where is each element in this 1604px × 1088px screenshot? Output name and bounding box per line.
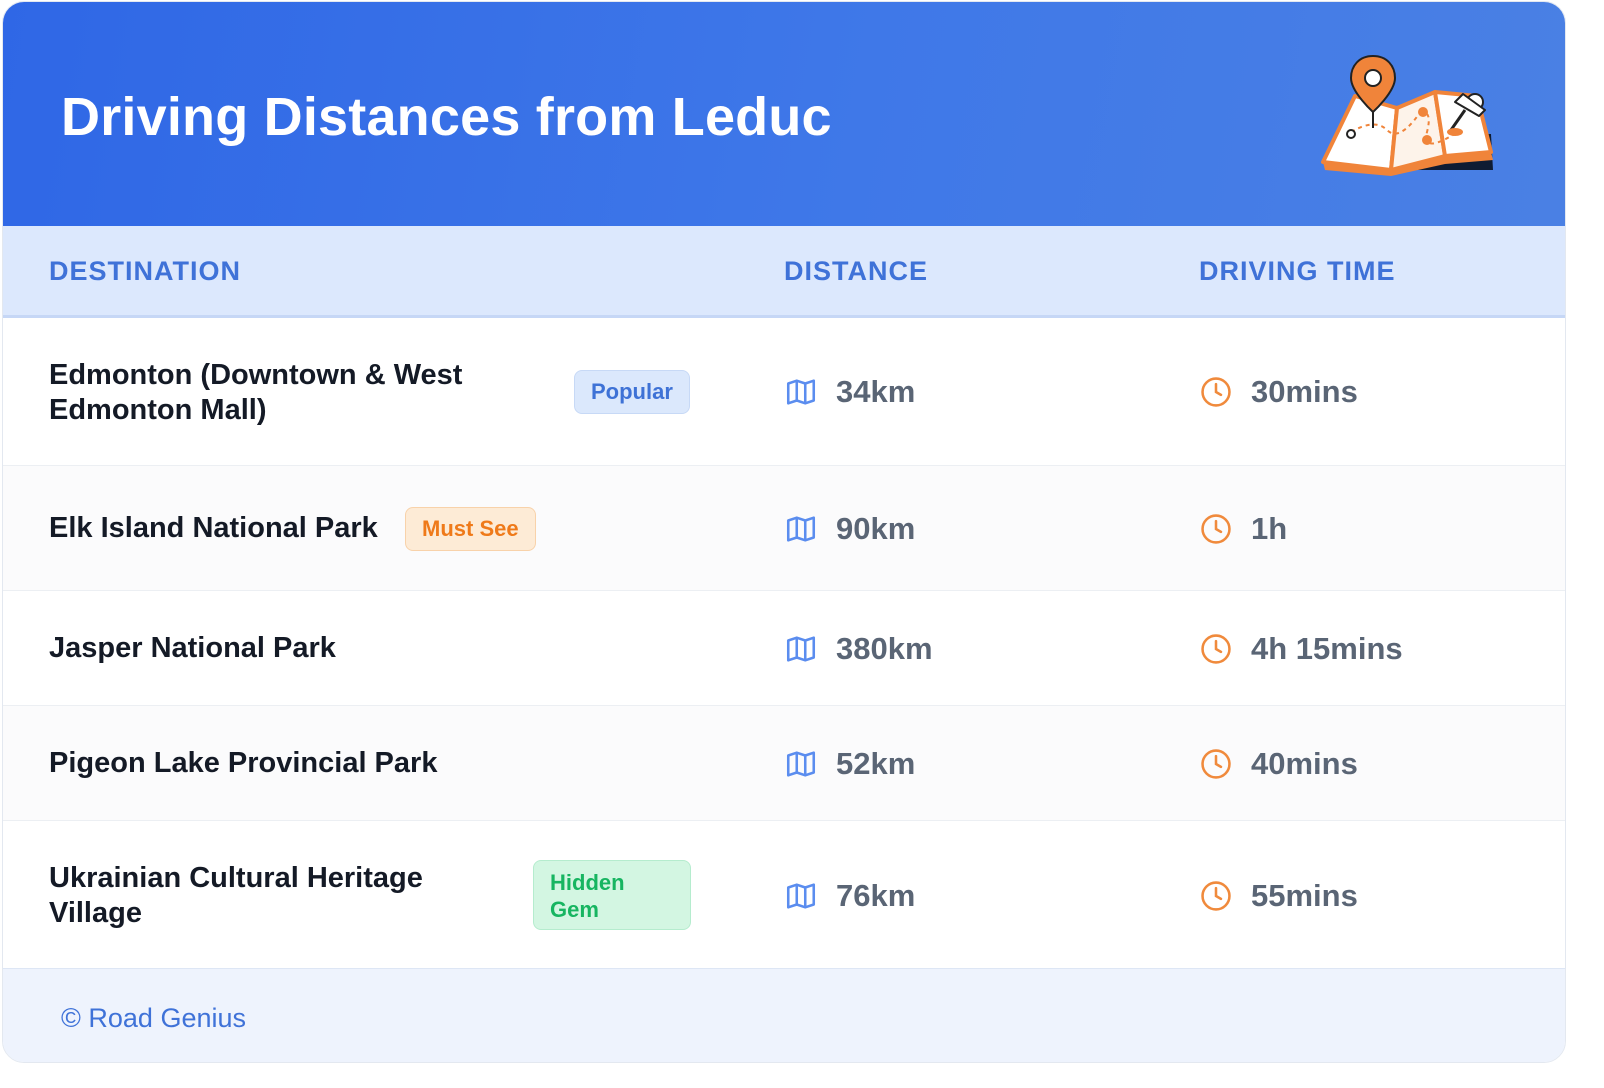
map-icon xyxy=(786,516,816,542)
time-cell: 1h xyxy=(1199,509,1287,549)
distance-cell: 90km xyxy=(784,509,915,549)
card-footer: © Road Genius xyxy=(3,968,1565,1062)
map-icon xyxy=(786,751,816,777)
table-row: Jasper National Park 380km 4h 15mins xyxy=(3,591,1565,706)
table-row: Ukrainian Cultural Heritage Village Hidd… xyxy=(3,821,1565,968)
destination-name: Jasper National Park xyxy=(49,632,336,664)
destination-name: Ukrainian Cultural Heritage Village xyxy=(49,862,423,929)
map-icon xyxy=(786,379,816,405)
table-header: DESTINATION DISTANCE DRIVING TIME xyxy=(3,226,1565,318)
map-icon xyxy=(786,636,816,662)
time-value: 30mins xyxy=(1251,374,1358,409)
time-cell: 55mins xyxy=(1199,876,1358,916)
time-value: 4h 15mins xyxy=(1251,631,1403,666)
hidden-gem-badge: Hidden Gem xyxy=(533,860,691,930)
distance-cell: 76km xyxy=(784,876,915,916)
copyright-text: © Road Genius xyxy=(61,1003,246,1033)
distance-table-card: Driving Distances from Leduc DESTINATION… xyxy=(2,1,1566,1063)
table-row: Elk Island National Park Must See 90km 1… xyxy=(3,466,1565,591)
distance-cell: 34km xyxy=(784,372,915,412)
page-title: Driving Distances from Leduc xyxy=(61,87,832,147)
destination-name: Pigeon Lake Provincial Park xyxy=(49,747,438,779)
distance-value: 90km xyxy=(836,511,916,546)
popular-badge: Popular xyxy=(574,370,690,414)
table-row: Pigeon Lake Provincial Park 52km 40mins xyxy=(3,706,1565,821)
clock-icon xyxy=(1201,514,1231,544)
column-header-destination: DESTINATION xyxy=(49,256,241,286)
clock-icon xyxy=(1201,881,1231,911)
map-icon xyxy=(786,883,816,909)
clock-icon xyxy=(1201,634,1231,664)
time-cell: 30mins xyxy=(1199,372,1358,412)
distance-value: 380km xyxy=(836,631,933,666)
table-row: Edmonton (Downtown & West Edmonton Mall)… xyxy=(3,318,1565,466)
must-see-badge: Must See xyxy=(405,507,536,551)
map-pin-illustration-icon xyxy=(1321,54,1493,176)
clock-icon xyxy=(1201,377,1231,407)
time-value: 1h xyxy=(1251,511,1288,546)
distance-value: 34km xyxy=(836,374,916,409)
column-header-driving-time: DRIVING TIME xyxy=(1199,256,1396,286)
clock-icon xyxy=(1201,749,1231,779)
time-value: 40mins xyxy=(1251,746,1358,781)
time-value: 55mins xyxy=(1251,878,1358,913)
time-cell: 40mins xyxy=(1199,744,1358,784)
distance-value: 76km xyxy=(836,878,916,913)
time-cell: 4h 15mins xyxy=(1199,629,1403,669)
destination-name: Edmonton (Downtown & West Edmonton Mall) xyxy=(49,359,463,426)
distance-value: 52km xyxy=(836,746,916,781)
distance-cell: 52km xyxy=(784,744,915,784)
distance-cell: 380km xyxy=(784,629,933,669)
column-header-distance: DISTANCE xyxy=(784,256,929,286)
card-header: Driving Distances from Leduc xyxy=(3,2,1565,226)
destination-name: Elk Island National Park xyxy=(49,512,378,544)
